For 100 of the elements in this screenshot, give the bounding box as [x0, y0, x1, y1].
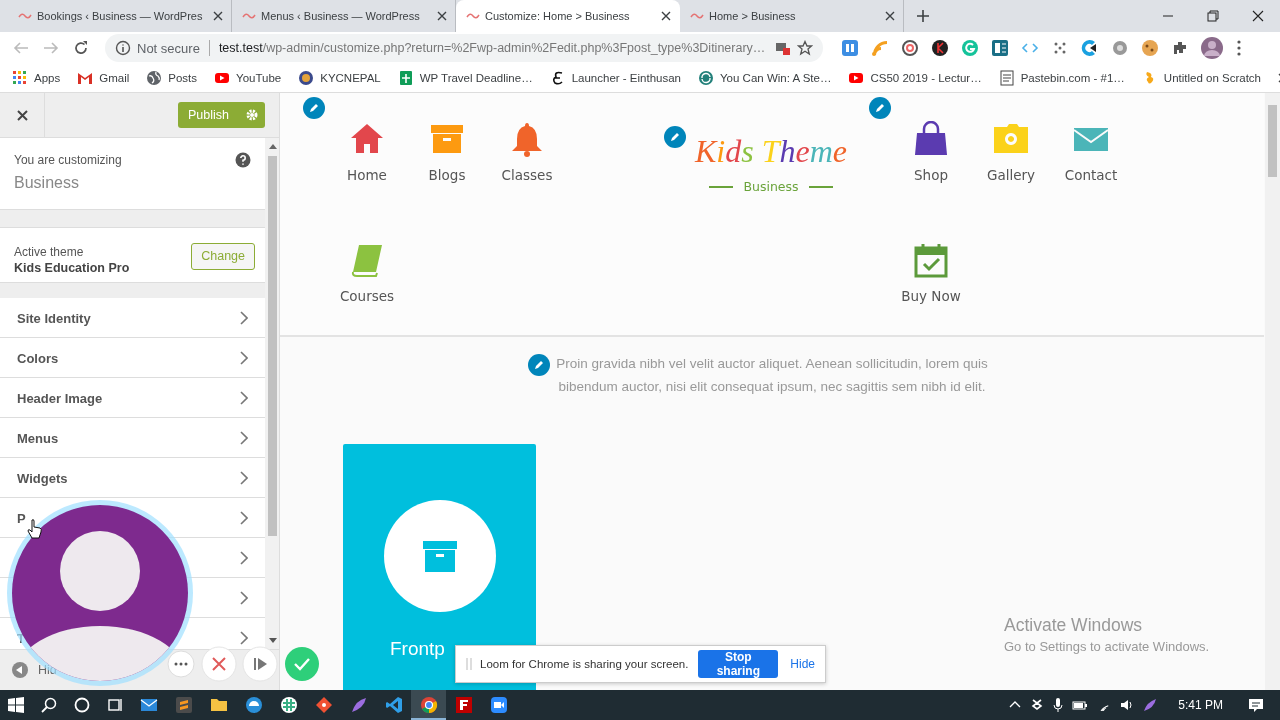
gear-icon[interactable]	[1111, 39, 1129, 57]
menu-item[interactable]: Courses	[327, 242, 407, 304]
menu-item[interactable]: Buy Now	[891, 242, 971, 304]
windows-start-icon[interactable]	[8, 697, 24, 713]
feather-icon[interactable]	[1143, 698, 1158, 712]
customizing-label: You are customizing	[14, 153, 122, 167]
emblem-icon	[298, 70, 315, 86]
bookmark[interactable]: YouTube	[214, 70, 282, 86]
extension-icon[interactable]	[931, 39, 949, 57]
edit-shortcut-icon[interactable]	[869, 97, 891, 119]
bookmark[interactable]: CS50 2019 - Lectur…	[848, 70, 982, 86]
page-icon	[18, 11, 32, 21]
theme-label: Active theme	[14, 245, 85, 259]
transfer-app-icon	[454, 696, 473, 714]
cookie-icon[interactable]	[1141, 39, 1159, 57]
browser-icon	[244, 696, 263, 714]
blocked-camera-icon[interactable]	[775, 41, 791, 55]
star-icon[interactable]	[797, 40, 813, 56]
page-icon	[242, 11, 256, 21]
stop-sharing-button[interactable]: Stop sharing	[698, 650, 779, 678]
close-icon[interactable]	[885, 11, 895, 21]
puzzle-icon[interactable]	[1171, 39, 1189, 57]
extension-icon[interactable]	[1081, 39, 1099, 57]
restore-icon[interactable]	[1207, 10, 1219, 22]
settings-icon	[246, 109, 258, 121]
code-editor-icon	[384, 696, 403, 714]
battery-icon[interactable]	[1072, 699, 1089, 711]
card-title: Frontp	[390, 638, 445, 660]
security-label: Not secure	[137, 40, 200, 56]
menu-item[interactable]: Blogs	[407, 121, 487, 183]
bookmark[interactable]: KYCNEPAL	[298, 70, 381, 86]
chrome-icon	[419, 696, 438, 714]
page-icon	[466, 11, 480, 21]
menu-item[interactable]: Shop	[891, 121, 971, 183]
edit-shortcut-icon[interactable]	[528, 354, 550, 376]
edit-shortcut-icon[interactable]	[303, 97, 325, 119]
mail-icon	[77, 70, 94, 86]
browser-tab[interactable]: Home > Business	[680, 0, 904, 32]
bookmark[interactable]: Pastebin.com - #1…	[998, 70, 1125, 86]
section-item[interactable]: Header Image	[0, 378, 265, 418]
cortana-icon[interactable]	[74, 697, 90, 713]
edit-shortcut-icon[interactable]	[664, 126, 686, 148]
extension-icon[interactable]	[901, 39, 919, 57]
site-logo[interactable]: Kids Theme	[695, 129, 847, 173]
close-icon[interactable]	[661, 11, 671, 21]
section-item[interactable]: Menus	[0, 418, 265, 458]
reload-icon[interactable]	[73, 40, 89, 56]
menu-item[interactable]: Contact	[1051, 121, 1131, 183]
folder-icon	[209, 696, 228, 714]
menu-item[interactable]: Home	[327, 121, 407, 183]
close-icon[interactable]	[437, 11, 447, 21]
scrollbar-thumb[interactable]	[1268, 105, 1277, 177]
menu-icon[interactable]	[1235, 39, 1243, 57]
taskbar-app[interactable]	[411, 690, 446, 720]
task-view-icon[interactable]	[107, 697, 123, 713]
browser-tab[interactable]: Bookings ‹ Business — WordPres	[8, 0, 232, 32]
section-label: Colors	[17, 350, 59, 366]
bookmark[interactable]: Posts	[146, 70, 197, 86]
help-icon[interactable]	[235, 152, 251, 168]
bookmark[interactable]: WP Travel Deadline…	[397, 70, 533, 86]
drag-handle-icon[interactable]	[466, 657, 472, 671]
bookmark[interactable]: Untitled on Scratch	[1141, 70, 1262, 86]
pause-recording-button[interactable]	[242, 646, 278, 682]
menu-item[interactable]: Classes	[487, 121, 567, 183]
sheet-icon	[397, 70, 414, 86]
activation-hint: Go to Settings to activate Windows.	[1004, 639, 1210, 654]
bookmark[interactable]: Launcher - Einthusan	[549, 70, 681, 86]
profile-avatar[interactable]	[1201, 37, 1223, 59]
section-label: Site Identity	[17, 310, 91, 326]
hide-link[interactable]: Hide	[790, 657, 815, 671]
section-item[interactable]: Colors	[0, 338, 265, 378]
volume-icon[interactable]	[1120, 699, 1135, 711]
scroll-down-icon[interactable]	[268, 638, 277, 644]
section-label: Widgets	[17, 470, 68, 486]
bookmark[interactable]: You Can Win: A Ste…	[698, 70, 832, 86]
browser-tab[interactable]: Customize: Home > Business	[456, 0, 680, 32]
cancel-recording-button[interactable]	[201, 646, 237, 682]
site-tagline: Business	[743, 179, 799, 194]
address-bar[interactable]: Not secure test.test/wp-admin/customize.php?return=%2Fwp-admin%2Fedit.php%3Fpost_type%3Ditinerary…	[105, 34, 823, 62]
clock-time[interactable]: 5:41 PM	[1178, 698, 1223, 712]
dropbox-icon[interactable]	[1030, 698, 1045, 712]
notifications-icon[interactable]	[1248, 698, 1264, 712]
microphone-icon[interactable]	[1053, 698, 1064, 712]
scrollbar-thumb[interactable]	[268, 156, 277, 536]
menu-item[interactable]: Gallery	[971, 121, 1051, 183]
close-icon[interactable]	[1252, 10, 1264, 22]
new-tab-icon[interactable]	[916, 9, 930, 23]
intro-text: Proin gravida nibh vel velit auctor aliquet. Aenean sollicitudin, lorem quis bibendum auctor, nisi elit consequat ipsum, nec sagittis sem nibh id elit.	[556, 355, 988, 396]
bookmark[interactable]: Gmail	[77, 70, 130, 86]
bookmark[interactable]: Apps	[12, 70, 61, 86]
section-item[interactable]: Widgets	[0, 458, 265, 498]
section-label: Header Image	[17, 390, 103, 406]
play-icon	[214, 70, 230, 86]
diamond-icon	[314, 696, 333, 714]
info-icon	[115, 40, 131, 56]
scroll-up-icon[interactable]	[268, 143, 277, 149]
close-icon[interactable]	[213, 11, 223, 21]
section-item[interactable]: Site Identity	[0, 298, 265, 338]
grid-icon	[279, 696, 298, 714]
search-icon[interactable]	[41, 697, 57, 713]
